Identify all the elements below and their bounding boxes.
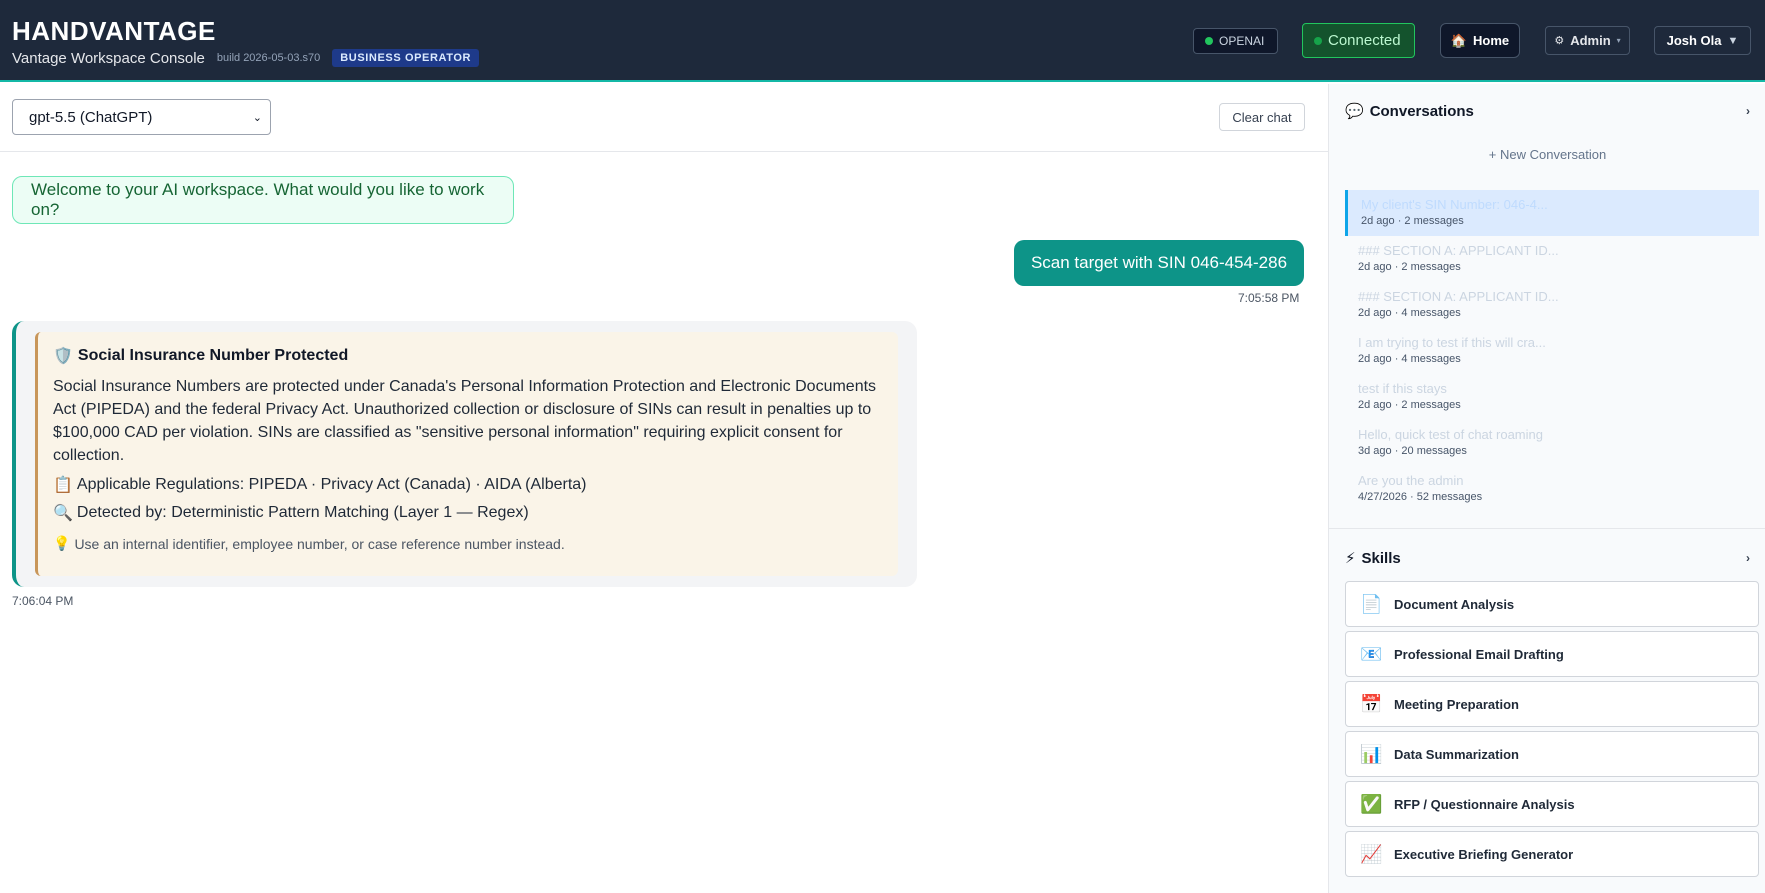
skill-label: Data Summarization [1394,746,1519,762]
gear-icon: ⚙ [1554,35,1565,47]
provider-pill[interactable]: OPENAI [1193,28,1278,54]
conversation-meta: 2d ago · 4 messages [1358,307,1461,319]
warning-title-row: 🛡️ Social Insurance Number Protected [53,346,884,366]
conversation-meta: 4/27/2026 · 52 messages [1358,491,1483,503]
lightbulb-icon: 💡 [53,535,71,551]
provider-label: OPENAI [1219,34,1265,48]
user-message-timestamp: 7:05:58 PM [1238,291,1300,305]
conversation-title: test if this stays [1358,381,1447,396]
skill-rfp-analysis[interactable]: ✅ RFP / Questionnaire Analysis [1345,781,1759,827]
conversation-item[interactable]: I am trying to test if this will cra... … [1345,328,1759,374]
admin-menu-button[interactable]: ⚙ Admin ▾ [1545,26,1630,55]
chevron-right-icon[interactable]: › [1746,104,1750,118]
sidebar-divider [1329,528,1765,529]
speech-bubble-icon: 💬 [1345,103,1364,120]
skill-label: RFP / Questionnaire Analysis [1394,796,1575,812]
calendar-icon: 📅 [1360,693,1383,714]
assistant-message-bubble: 🛡️ Social Insurance Number Protected Soc… [12,321,917,587]
model-select[interactable]: gpt-5.5 (ChatGPT) ⌄ [12,99,271,135]
assistant-message-timestamp: 7:06:04 PM [12,594,74,608]
connection-status: Connected [1302,23,1415,58]
new-conversation-button[interactable]: + New Conversation [1345,147,1750,162]
skill-label: Professional Email Drafting [1394,646,1564,662]
brand-logo: HANDVANTAGE [12,16,216,46]
skills-header[interactable]: ⚡ Skills › [1345,549,1750,568]
trend-chart-icon: 📈 [1360,843,1383,864]
detection-text: Detected by: Deterministic Pattern Match… [76,504,529,521]
shield-icon: 🛡️ [53,348,73,365]
clear-chat-button[interactable]: Clear chat [1219,103,1305,131]
document-icon: 📄 [1360,593,1383,614]
conversations-header[interactable]: 💬 Conversations › [1345,102,1750,121]
workspace-subtitle: Vantage Workspace Console [12,49,205,67]
provider-status-dot-icon [1205,37,1213,45]
top-bar: HANDVANTAGE Vantage Workspace Console bu… [0,0,1765,82]
conversation-item[interactable]: ### SECTION A: APPLICANT ID... 2d ago · … [1345,282,1759,328]
warning-body: Social Insurance Numbers are protected u… [53,378,877,464]
conversation-item[interactable]: Hello, quick test of chat roaming 3d ago… [1345,420,1759,466]
chevron-down-icon: ⌄ [252,111,262,124]
conversation-item[interactable]: test if this stays 2d ago · 2 messages [1345,374,1759,420]
skill-label: Executive Briefing Generator [1394,846,1574,862]
subline: Vantage Workspace Console build 2026-05-… [12,49,480,67]
user-message-bubble: Scan target with SIN 046-454-286 [1014,240,1304,286]
conversation-title: My client's SIN Number: 046-4... [1361,197,1548,212]
home-label: Home [1473,33,1510,48]
email-icon: 📧 [1360,643,1383,664]
chat-main: gpt-5.5 (ChatGPT) ⌄ Clear chat Welcome t… [0,84,1328,893]
build-label: build 2026-05-03.s70 [216,52,321,64]
skill-data-summarization[interactable]: 📊 Data Summarization [1345,731,1759,777]
skills-title: Skills [1361,549,1401,567]
conversation-meta: 2d ago · 2 messages [1361,215,1464,227]
model-selected-value: gpt-5.5 (ChatGPT) [29,108,153,126]
detection-row: 🔍 Detected by: Deterministic Pattern Mat… [53,503,884,523]
regulations-row: 📋 Applicable Regulations: PIPEDA · Priva… [53,475,884,495]
role-badge: BUSINESS OPERATOR [332,49,480,67]
skill-label: Meeting Preparation [1394,696,1519,712]
regulations-text: Applicable Regulations: PIPEDA · Privacy… [76,476,587,493]
admin-label: Admin [1570,33,1611,48]
welcome-message: Welcome to your AI workspace. What would… [12,176,514,224]
skill-document-analysis[interactable]: 📄 Document Analysis [1345,581,1759,627]
skill-executive-briefing[interactable]: 📈 Executive Briefing Generator [1345,831,1759,877]
skills-list: 📄 Document Analysis 📧 Professional Email… [1345,581,1759,881]
lightning-icon: ⚡ [1345,550,1356,567]
tip-text: Use an internal identifier, employee num… [74,535,565,552]
right-sidebar: 💬 Conversations › + New Conversation My … [1328,84,1765,893]
caret-down-icon: ▾ [1616,36,1621,45]
chat-toolbar: gpt-5.5 (ChatGPT) ⌄ Clear chat [0,84,1328,152]
conversation-item[interactable]: ### SECTION A: APPLICANT ID... 2d ago · … [1345,236,1759,282]
conversation-title: I am trying to test if this will cra... [1358,335,1546,350]
conversation-title: ### SECTION A: APPLICANT ID... [1358,289,1559,304]
connection-dot-icon [1314,36,1322,45]
checkmark-icon: ✅ [1360,793,1383,814]
skill-email-drafting[interactable]: 📧 Professional Email Drafting [1345,631,1759,677]
house-icon: 🏠 [1450,32,1468,48]
conversation-title: Are you the admin [1358,473,1464,488]
chevron-right-icon[interactable]: › [1746,551,1750,565]
chevron-down-icon: ▼ [1727,34,1739,47]
bar-chart-icon: 📊 [1360,743,1383,764]
warning-title: Social Insurance Number Protected [77,347,349,364]
conversation-title: ### SECTION A: APPLICANT ID... [1358,243,1559,258]
conversation-meta: 2d ago · 4 messages [1358,353,1461,365]
conversation-list: My client's SIN Number: 046-4... 2d ago … [1345,190,1759,512]
connection-label: Connected [1328,32,1401,49]
clipboard-icon: 📋 [53,477,73,494]
user-menu-button[interactable]: Josh Ola ▼ [1654,26,1751,55]
conversation-meta: 3d ago · 20 messages [1358,445,1467,457]
user-name: Josh Ola [1666,33,1722,48]
tip-row: 💡 Use an internal identifier, employee n… [53,535,884,552]
conversation-item[interactable]: My client's SIN Number: 046-4... 2d ago … [1345,190,1759,236]
conversation-meta: 2d ago · 2 messages [1358,261,1461,273]
magnifier-icon: 🔍 [53,505,73,522]
conversation-title: Hello, quick test of chat roaming [1358,427,1543,442]
skill-meeting-preparation[interactable]: 📅 Meeting Preparation [1345,681,1759,727]
sin-protection-warning: 🛡️ Social Insurance Number Protected Soc… [35,332,898,576]
conversations-title: Conversations [1369,102,1474,120]
conversation-item[interactable]: Are you the admin 4/27/2026 · 52 message… [1345,466,1759,512]
skill-label: Document Analysis [1394,596,1515,612]
conversation-meta: 2d ago · 2 messages [1358,399,1461,411]
home-button[interactable]: 🏠 Home [1440,23,1520,58]
